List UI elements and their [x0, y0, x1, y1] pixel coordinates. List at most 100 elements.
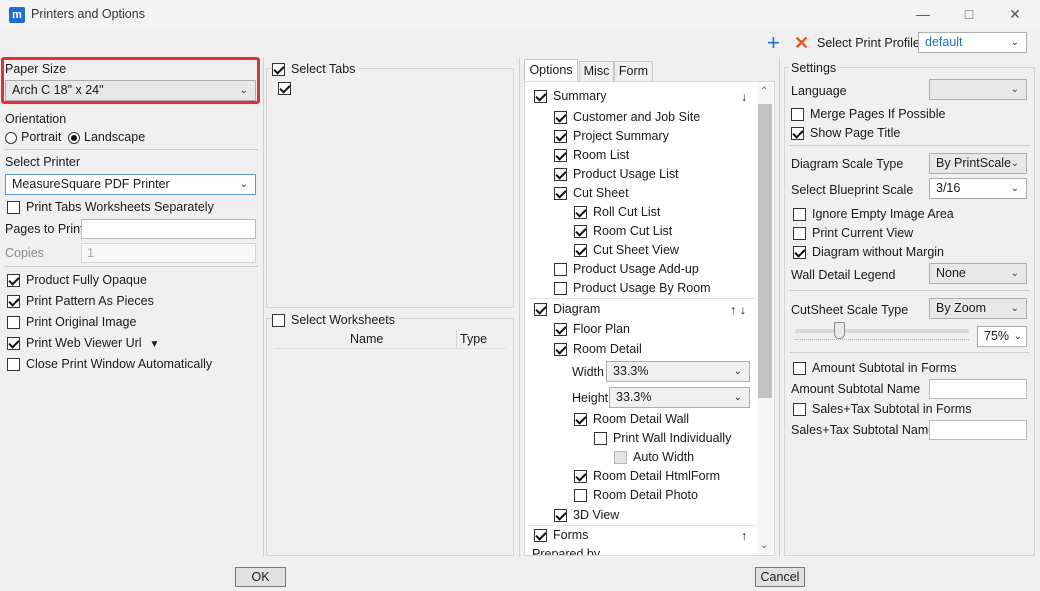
scroll-up-icon[interactable]: ⌃: [760, 86, 768, 97]
diagram-checkbox[interactable]: [534, 303, 547, 317]
portrait-radio[interactable]: [5, 131, 17, 144]
show-page-title-option[interactable]: Show Page Title: [791, 124, 900, 142]
checkbox[interactable]: [554, 343, 567, 357]
checkbox[interactable]: [614, 451, 627, 465]
cut-sheet-option[interactable]: Cut Sheet: [554, 184, 629, 202]
select-worksheets-option[interactable]: Select Worksheets: [272, 311, 399, 329]
worksheet-column-name[interactable]: Name: [350, 330, 383, 348]
project-summary-option[interactable]: Project Summary: [554, 127, 669, 145]
tab-options[interactable]: Options: [524, 59, 578, 82]
room-detail-wall-option[interactable]: Room Detail Wall: [574, 410, 689, 428]
tab-misc[interactable]: Misc: [579, 61, 614, 82]
copies-input[interactable]: 1: [81, 243, 256, 263]
print-tabs-separately-option[interactable]: Print Tabs Worksheets Separately: [7, 198, 214, 216]
print-original-image-option[interactable]: Print Original Image: [7, 313, 136, 331]
print-profile-dropdown[interactable]: default ⌄: [918, 32, 1027, 53]
checkbox[interactable]: [554, 263, 567, 277]
options-scrollbar[interactable]: ⌃ ⌄: [757, 84, 773, 554]
move-down-icon[interactable]: ↓: [741, 88, 747, 106]
checkbox[interactable]: [554, 323, 567, 337]
checkbox[interactable]: [793, 246, 806, 260]
forms-option[interactable]: Forms: [534, 526, 588, 544]
close-print-window-checkbox[interactable]: [7, 358, 20, 372]
room-cut-list-option[interactable]: Room Cut List: [574, 222, 672, 240]
checkbox[interactable]: [793, 227, 806, 241]
zoom-dropdown[interactable]: 75% ⌄: [977, 326, 1027, 347]
close-button[interactable]: ✕: [992, 0, 1038, 30]
add-profile-icon[interactable]: +: [767, 32, 780, 54]
diagram-option[interactable]: Diagram: [534, 300, 600, 318]
product-usage-list-option[interactable]: Product Usage List: [554, 165, 679, 183]
print-pattern-as-pieces-checkbox[interactable]: [7, 295, 20, 309]
room-detail-photo-option[interactable]: Room Detail Photo: [574, 486, 698, 504]
ignore-empty-option[interactable]: Ignore Empty Image Area: [793, 205, 954, 223]
portrait-option[interactable]: Portrait: [5, 128, 61, 146]
select-worksheets-checkbox[interactable]: [272, 314, 285, 328]
customer-job-site-option[interactable]: Customer and Job Site: [554, 108, 700, 126]
zoom-slider-track[interactable]: [795, 329, 969, 333]
scroll-down-icon[interactable]: ⌄: [760, 540, 768, 551]
print-web-viewer-url-option[interactable]: Print Web Viewer Url ▼: [7, 334, 159, 352]
ok-button[interactable]: OK: [235, 567, 286, 587]
checkbox[interactable]: [554, 168, 567, 182]
close-print-window-option[interactable]: Close Print Window Automatically: [7, 355, 212, 373]
select-tabs-checkbox[interactable]: [272, 63, 285, 77]
checkbox[interactable]: [793, 403, 806, 417]
roll-cut-list-option[interactable]: Roll Cut List: [574, 203, 660, 221]
checkbox[interactable]: [793, 208, 806, 222]
maximize-button[interactable]: □: [946, 0, 992, 30]
room-detail-option[interactable]: Room Detail: [554, 340, 642, 358]
tab-item-checkbox[interactable]: [278, 82, 291, 96]
room-detail-htmlform-option[interactable]: Room Detail HtmlForm: [574, 467, 720, 485]
checkbox[interactable]: [554, 187, 567, 201]
checkbox[interactable]: [793, 362, 806, 376]
paper-size-dropdown[interactable]: Arch C 18" x 24" ⌄: [5, 80, 256, 101]
wall-detail-legend-dropdown[interactable]: None ⌄: [929, 263, 1027, 284]
checkbox[interactable]: [574, 489, 587, 503]
diagram-scale-type-dropdown[interactable]: By PrintScale ⌄: [929, 153, 1027, 174]
width-dropdown[interactable]: 33.3% ⌄: [606, 361, 750, 382]
checkbox[interactable]: [574, 244, 587, 258]
diagram-without-margin-option[interactable]: Diagram without Margin: [793, 243, 944, 261]
worksheet-column-type[interactable]: Type: [460, 330, 487, 348]
print-current-view-option[interactable]: Print Current View: [793, 224, 913, 242]
cutsheet-scale-type-dropdown[interactable]: By Zoom ⌄: [929, 298, 1027, 319]
3d-view-option[interactable]: 3D View: [554, 506, 619, 524]
print-web-viewer-url-checkbox[interactable]: [7, 337, 20, 351]
checkbox[interactable]: [574, 225, 587, 239]
checkbox[interactable]: [791, 108, 804, 122]
cancel-button[interactable]: Cancel: [755, 567, 805, 587]
print-pattern-as-pieces-option[interactable]: Print Pattern As Pieces: [7, 292, 154, 310]
sales-tax-subtotal-forms-option[interactable]: Sales+Tax Subtotal in Forms: [793, 400, 971, 418]
caret-down-icon[interactable]: ▼: [150, 339, 160, 350]
amount-subtotal-name-input[interactable]: [929, 379, 1027, 399]
checkbox[interactable]: [594, 432, 607, 446]
summary-option[interactable]: Summary: [534, 87, 606, 105]
auto-width-option[interactable]: Auto Width: [614, 448, 694, 466]
sales-tax-subtotal-name-input[interactable]: [929, 420, 1027, 440]
merge-pages-option[interactable]: Merge Pages If Possible: [791, 105, 946, 123]
floor-plan-option[interactable]: Floor Plan: [554, 320, 630, 338]
move-up-icon[interactable]: ↑: [741, 527, 747, 545]
product-fully-opaque-option[interactable]: Product Fully Opaque: [7, 271, 147, 289]
summary-checkbox[interactable]: [534, 90, 547, 104]
cut-sheet-view-option[interactable]: Cut Sheet View: [574, 241, 679, 259]
zoom-slider-thumb[interactable]: [833, 322, 845, 339]
language-dropdown[interactable]: ⌄: [929, 79, 1027, 100]
product-usage-addup-option[interactable]: Product Usage Add-up: [554, 260, 699, 278]
print-tabs-separately-checkbox[interactable]: [7, 201, 20, 215]
checkbox[interactable]: [554, 111, 567, 125]
select-tabs-option[interactable]: Select Tabs: [272, 60, 360, 78]
blueprint-scale-dropdown[interactable]: 3/16 ⌄: [929, 178, 1027, 199]
checkbox[interactable]: [554, 149, 567, 163]
scrollbar-thumb[interactable]: [758, 104, 772, 398]
print-wall-individually-option[interactable]: Print Wall Individually: [594, 429, 731, 447]
minimize-button[interactable]: —: [900, 0, 946, 30]
checkbox[interactable]: [574, 206, 587, 220]
checkbox[interactable]: [554, 509, 567, 523]
landscape-radio[interactable]: [68, 131, 80, 144]
product-usage-by-room-option[interactable]: Product Usage By Room: [554, 279, 711, 297]
move-up-down-icon[interactable]: ↑ ↓: [730, 301, 746, 319]
tab-item[interactable]: [278, 79, 297, 97]
pages-to-print-input[interactable]: [81, 219, 256, 239]
